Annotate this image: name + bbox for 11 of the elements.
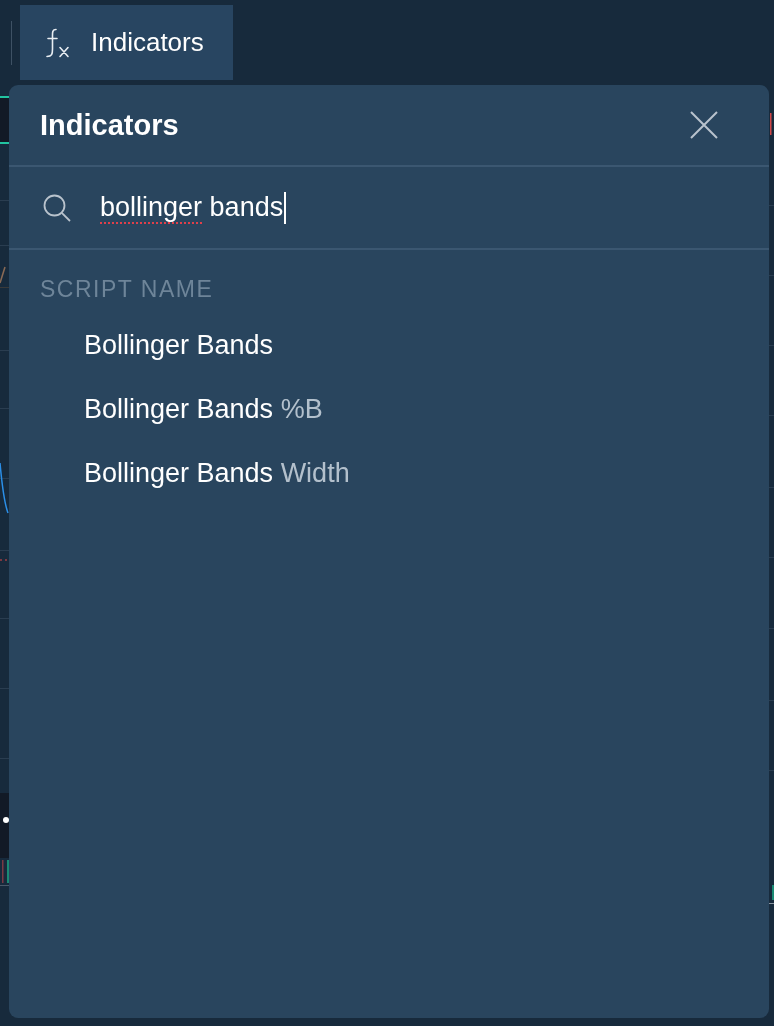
panel-title: Indicators: [40, 108, 179, 142]
search-field[interactable]: bollinger bands: [9, 167, 769, 250]
indicators-button[interactable]: Indicators: [20, 5, 233, 80]
indicator-result[interactable]: Bollinger Bands: [9, 313, 769, 377]
section-heading: SCRIPT NAME: [40, 276, 214, 302]
search-icon: [43, 193, 71, 222]
indicator-result[interactable]: Bollinger Bands Width: [9, 441, 769, 505]
function-icon: [45, 27, 71, 58]
indicator-result[interactable]: Bollinger Bands %B: [9, 377, 769, 441]
close-icon: [690, 111, 718, 139]
close-button[interactable]: [690, 111, 718, 139]
